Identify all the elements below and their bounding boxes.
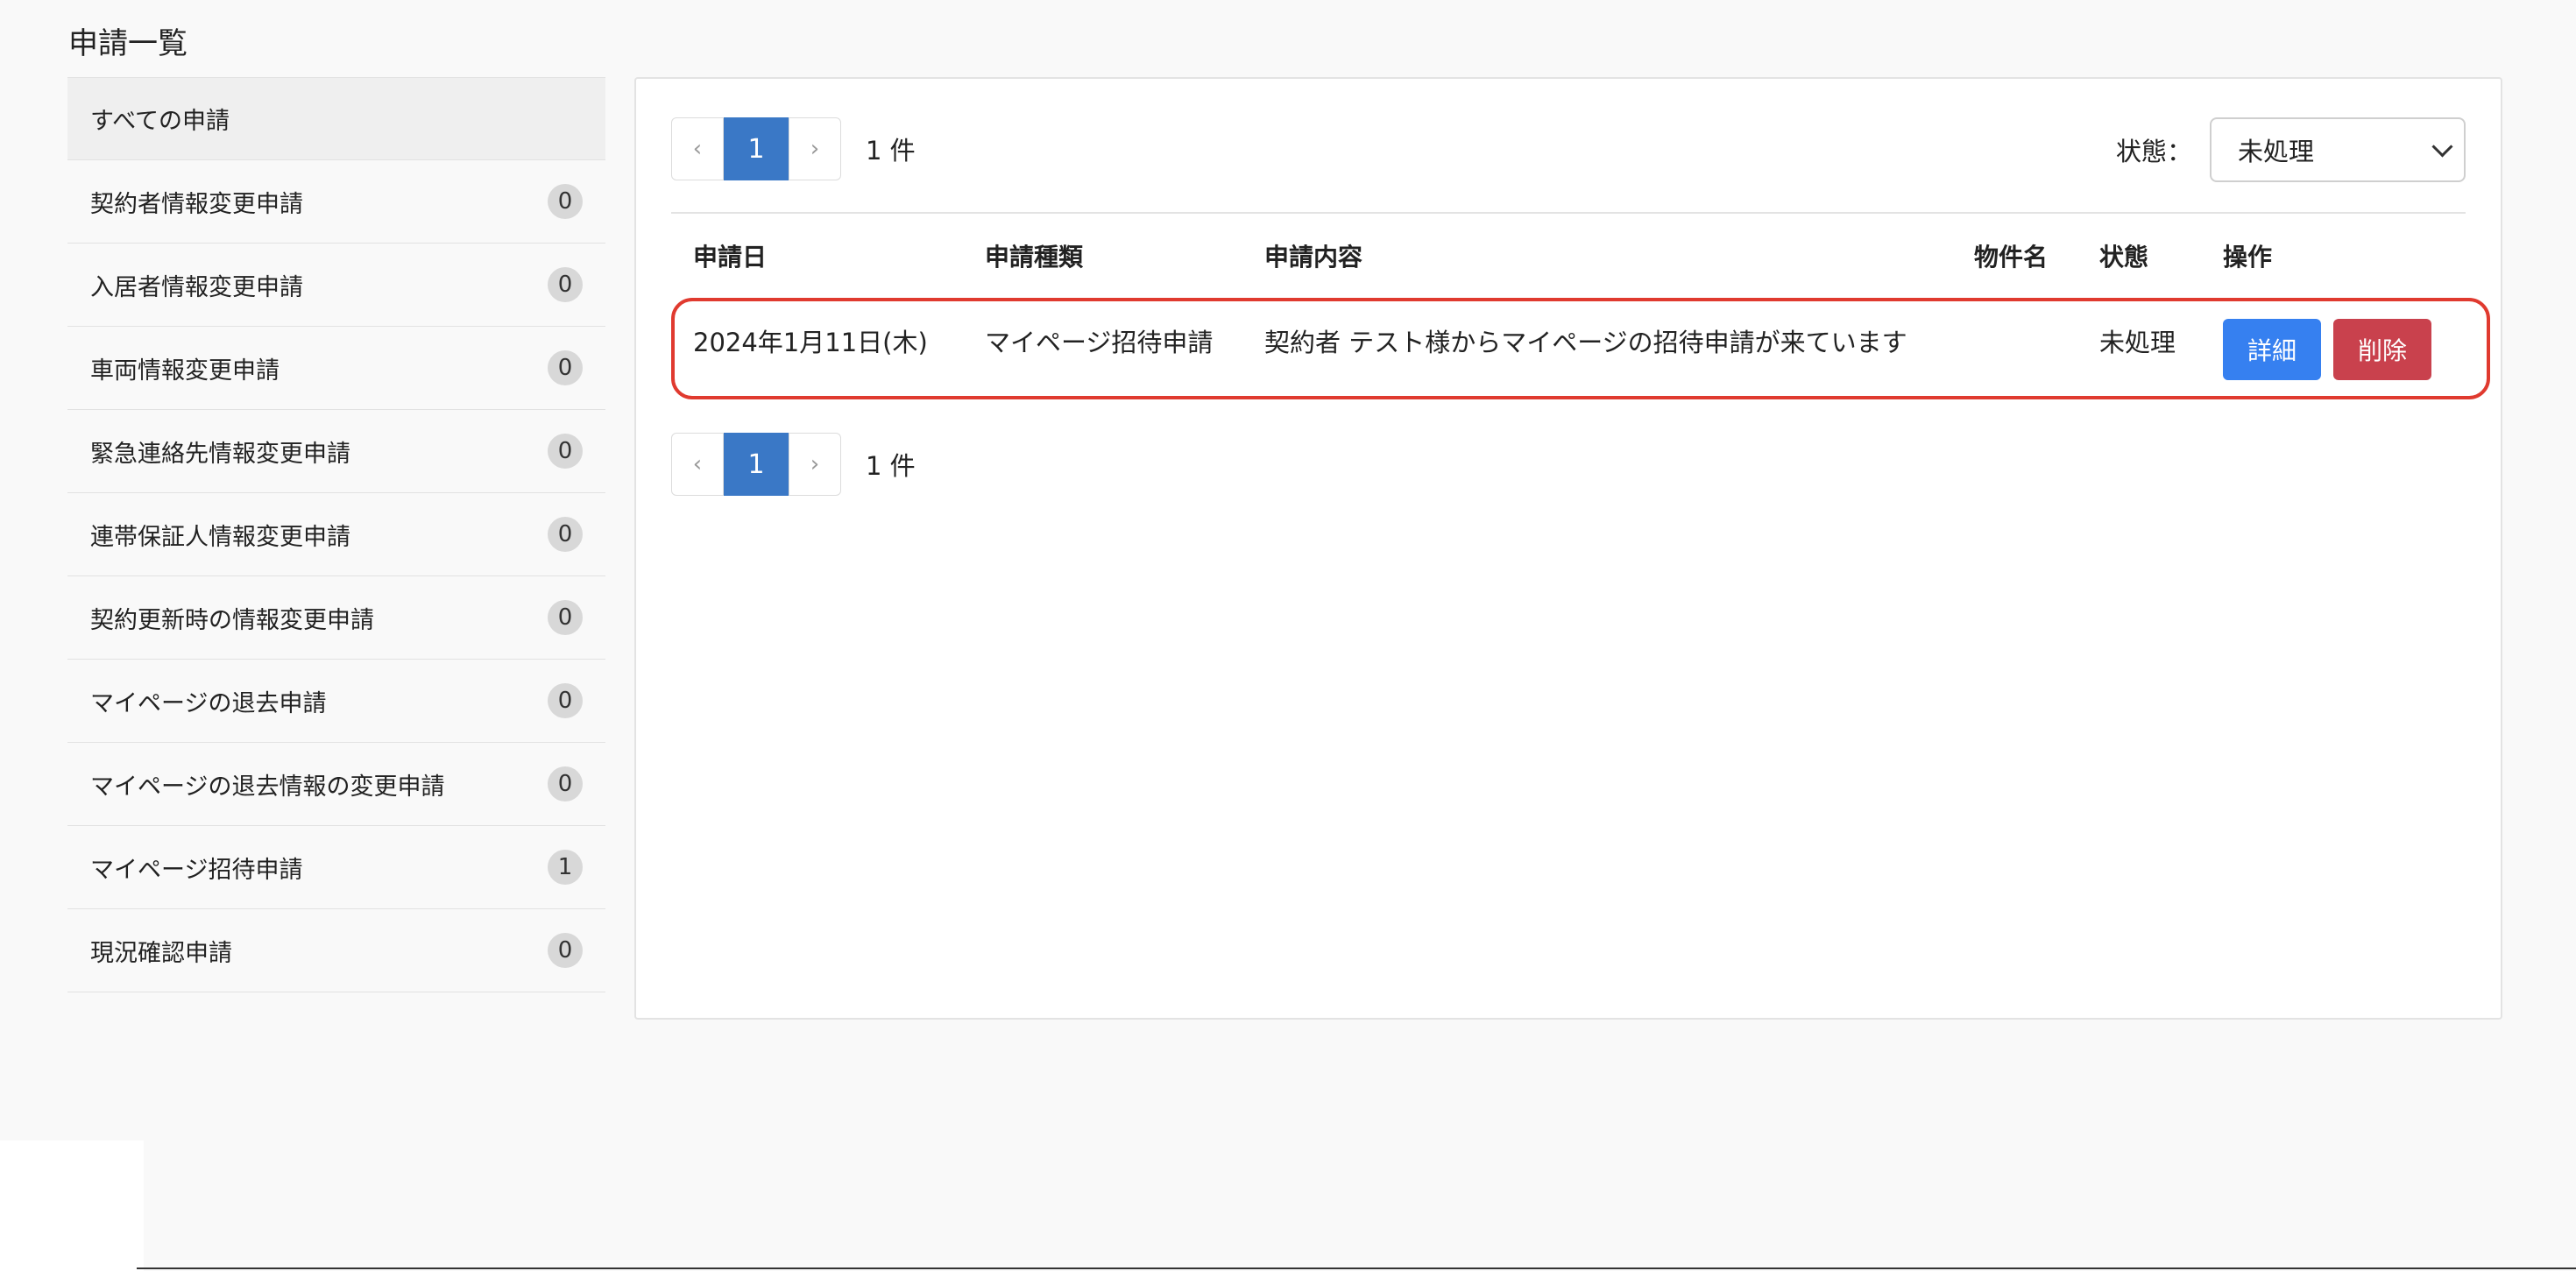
sidebar-item-label: 車両情報変更申請 [90,357,280,385]
detail-button[interactable]: 詳細 [2223,319,2321,380]
sidebar-item-label: 契約更新時の情報変更申請 [90,606,374,634]
footer-divider [137,1267,2576,1269]
header-date: 申請日 [693,243,768,272]
cell-status: 未処理 [2099,328,2176,357]
cell-type: マイページ招待申請 [985,328,1214,357]
sidebar-item-label: 現況確認申請 [90,939,232,967]
pagination-bottom: ‹ 1 › 1 件 [671,433,916,496]
count-badge: 0 [548,933,583,968]
delete-button[interactable]: 削除 [2333,319,2431,380]
count-badge: 0 [548,600,583,635]
count-badge: 0 [548,766,583,801]
sidebar-item-guarantor-info[interactable]: 連帯保証人情報変更申請 0 [67,493,605,576]
sidebar-item-vehicle-info[interactable]: 車両情報変更申請 0 [67,327,605,410]
sidebar-item-contractor-info[interactable]: 契約者情報変更申請 0 [67,160,605,244]
count-badge: 0 [548,434,583,469]
header-type: 申請種類 [985,243,1084,272]
application-type-sidebar: すべての申請 契約者情報変更申請 0 入居者情報変更申請 0 車両情報変更申請 … [67,77,605,992]
status-filter-label: 状態： [2115,137,2192,166]
sidebar-item-mypage-invite[interactable]: マイページ招待申請 1 [67,826,605,909]
result-count: 1 件 [866,451,916,481]
current-page-button[interactable]: 1 [724,117,789,180]
status-filter: 状態： 未処理 [2116,117,2466,182]
sidebar-item-renewal-info[interactable]: 契約更新時の情報変更申請 0 [67,576,605,660]
sidebar-item-label: 契約者情報変更申請 [90,190,303,218]
table-divider [671,212,2466,214]
sidebar-item-label: マイページの退去情報の変更申請 [90,773,445,801]
sidebar-item-resident-info[interactable]: 入居者情報変更申請 0 [67,244,605,327]
sidebar-item-emergency-contact[interactable]: 緊急連絡先情報変更申請 0 [67,410,605,493]
cell-content: 契約者 テスト様からマイページの招待申請が来ています [1264,328,1907,357]
count-badge: 1 [548,850,583,885]
count-badge: 0 [548,184,583,219]
header-actions: 操作 [2223,243,2273,272]
header-content: 申請内容 [1264,243,1363,272]
status-select-value: 未処理 [2238,137,2315,166]
next-page-button[interactable]: › [789,433,841,496]
count-badge: 0 [548,517,583,552]
applications-panel: ‹ 1 › 1 件 状態： 未処理 申請日 申請種類 申請内容 物件名 状態 操… [634,77,2502,1020]
sidebar-item-all[interactable]: すべての申請 [67,78,605,160]
header-status: 状態 [2099,243,2149,272]
sidebar-item-label: 入居者情報変更申請 [90,273,303,301]
sidebar-item-label: すべての申請 [90,108,230,135]
sidebar-item-label: マイページの退去申請 [90,689,327,717]
sidebar-item-label: マイページ招待申請 [90,856,303,884]
sidebar-item-label: 緊急連絡先情報変更申請 [90,440,350,468]
result-count: 1 件 [866,136,916,166]
current-page-button[interactable]: 1 [724,433,789,496]
sidebar-item-status-check[interactable]: 現況確認申請 0 [67,909,605,992]
sidebar-item-move-out-change[interactable]: マイページの退去情報の変更申請 0 [67,743,605,826]
pagination-top: ‹ 1 › 1 件 [671,117,916,180]
chevron-down-icon [2431,135,2453,158]
sidebar-item-label: 連帯保証人情報変更申請 [90,523,350,551]
page-title: 申請一覧 [68,26,188,61]
next-page-button[interactable]: › [789,117,841,180]
status-select[interactable]: 未処理 [2210,117,2466,182]
corner-panel [0,1140,144,1271]
count-badge: 0 [548,683,583,718]
sidebar-item-move-out[interactable]: マイページの退去申請 0 [67,660,605,743]
header-property: 物件名 [1974,243,2049,272]
cell-date: 2024年1月11日(木) [693,328,928,357]
count-badge: 0 [548,267,583,302]
prev-page-button[interactable]: ‹ [671,117,724,180]
count-badge: 0 [548,350,583,385]
prev-page-button[interactable]: ‹ [671,433,724,496]
